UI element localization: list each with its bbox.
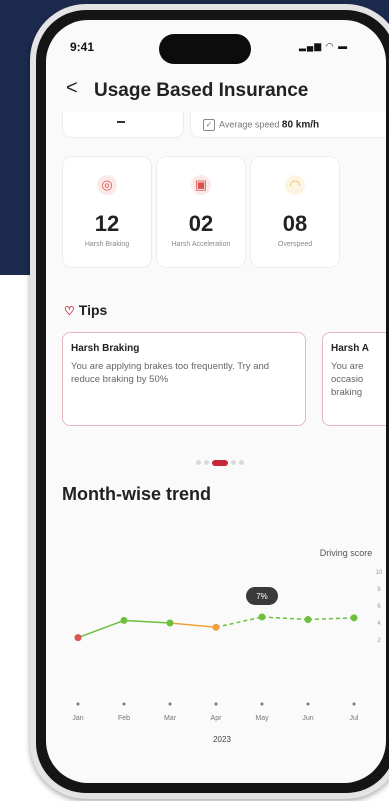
x-tick-label: Jun bbox=[302, 715, 313, 722]
tips-heading: ♡ Tips bbox=[64, 302, 107, 318]
x-tick-label: Jan bbox=[72, 715, 83, 722]
status-icons: ▂▄▆ ◠ ▬ bbox=[299, 41, 348, 52]
stat-value: 08 bbox=[282, 211, 308, 236]
x-tick-label: Mar bbox=[164, 715, 177, 722]
data-point bbox=[350, 614, 358, 622]
average-speed-label: Average speed bbox=[219, 119, 280, 130]
carousel-dot-active[interactable] bbox=[212, 459, 228, 466]
data-point bbox=[166, 619, 174, 627]
x-tick-label: Jul bbox=[350, 715, 359, 722]
content-scroll[interactable]: ✓ Average speed 80 km/h ◎ 12 Harsh Brakin… bbox=[46, 112, 386, 783]
trend-line-segment bbox=[169, 622, 217, 629]
carousel-dot[interactable] bbox=[231, 460, 236, 466]
status-bar: 9:41 ▂▄▆ ◠ ▬ bbox=[46, 20, 386, 68]
tip-body: You are occasio braking bbox=[331, 361, 364, 398]
stat-value: 12 bbox=[94, 211, 120, 236]
page-title: Usage Based Insurance bbox=[94, 80, 309, 101]
x-tick-label: Apr bbox=[211, 715, 223, 722]
y-tick-label: 6 bbox=[377, 604, 381, 610]
data-point bbox=[120, 616, 128, 624]
accelerator-icon: ▣ bbox=[191, 175, 211, 195]
y-tick-label: 8 bbox=[377, 587, 381, 593]
tip-title: Harsh Braking bbox=[71, 343, 140, 354]
carousel-dot[interactable] bbox=[239, 460, 244, 466]
average-speed-row: ✓ Average speed 80 km/h bbox=[203, 119, 319, 131]
dynamic-island bbox=[159, 34, 251, 64]
summary-card-speed: ✓ Average speed 80 km/h bbox=[190, 112, 386, 138]
x-axis-title: 2023 bbox=[213, 735, 231, 744]
y-tick-label: 4 bbox=[377, 621, 381, 627]
carousel-dot[interactable] bbox=[204, 460, 209, 466]
battery-icon: ▬ bbox=[338, 41, 349, 51]
data-point bbox=[304, 616, 312, 624]
stat-label: Harsh Braking bbox=[84, 241, 130, 248]
tip-body: You are applying brakes too frequently. … bbox=[71, 361, 270, 385]
trend-line-segment bbox=[261, 616, 309, 621]
x-tick-label: May bbox=[255, 715, 269, 722]
tip-card[interactable]: Harsh Braking You are applying brakes to… bbox=[62, 332, 306, 426]
lightbulb-icon: ♡ bbox=[64, 304, 75, 318]
x-tick-dot bbox=[352, 702, 356, 706]
x-tick-dot bbox=[168, 702, 172, 706]
y-tick-label: 10 bbox=[376, 570, 383, 576]
data-point bbox=[258, 613, 266, 621]
brake-icon: ◎ bbox=[97, 175, 117, 195]
phone-screen: 9:41 ▂▄▆ ◠ ▬ < Usage Based Insurance ✓ A… bbox=[46, 20, 386, 783]
x-tick-dot bbox=[214, 702, 218, 706]
wifi-icon: ◠ bbox=[325, 41, 335, 51]
x-tick-label: Feb bbox=[118, 715, 130, 722]
x-tick-dot bbox=[122, 702, 126, 706]
check-icon: ✓ bbox=[203, 119, 215, 131]
stat-value: 02 bbox=[188, 211, 214, 236]
tooltip-label: 7% bbox=[256, 592, 268, 601]
x-tick-dot bbox=[306, 702, 310, 706]
stat-label: Harsh Acceleration bbox=[171, 241, 231, 248]
trend-line-segment bbox=[77, 619, 125, 639]
trend-line-segment bbox=[123, 619, 171, 624]
carousel-dots bbox=[196, 454, 247, 472]
summary-mark bbox=[117, 121, 125, 123]
tips-heading-text: Tips bbox=[78, 302, 108, 318]
phone-bezel: 9:41 ▂▄▆ ◠ ▬ < Usage Based Insurance ✓ A… bbox=[36, 10, 389, 793]
speedometer-icon: ◠ bbox=[285, 175, 305, 195]
y-tick-label: 2 bbox=[377, 638, 381, 644]
data-point bbox=[74, 634, 82, 642]
stat-label: Overspeed bbox=[277, 241, 313, 248]
tip-card[interactable]: Harsh A You are occasio braking bbox=[322, 332, 386, 426]
x-tick-dot bbox=[260, 702, 264, 706]
summary-card-left bbox=[62, 112, 184, 138]
carousel-dot[interactable] bbox=[196, 460, 201, 466]
trend-line-segment bbox=[307, 617, 355, 621]
x-tick-dot bbox=[76, 702, 80, 706]
stat-card-harsh-braking[interactable]: ◎ 12 Harsh Braking bbox=[62, 156, 152, 268]
stat-card-harsh-acceleration[interactable]: ▣ 02 Harsh Acceleration bbox=[156, 156, 246, 268]
average-speed-value: 80 km/h bbox=[281, 119, 320, 131]
tip-title: Harsh A bbox=[331, 343, 369, 354]
status-time: 9:41 bbox=[70, 40, 95, 54]
data-point bbox=[212, 623, 220, 631]
signal-icon: ▂▄▆ bbox=[299, 41, 323, 51]
y-axis-title: Driving score bbox=[320, 548, 373, 558]
phone-frame: 9:41 ▂▄▆ ◠ ▬ < Usage Based Insurance ✓ A… bbox=[30, 4, 389, 799]
nav-bar: < Usage Based Insurance bbox=[46, 72, 386, 112]
trend-chart: Driving score 10 8 6 4 2 7% Jan Feb Mar Apr May Jun J… bbox=[72, 548, 383, 744]
stat-card-overspeed[interactable]: ◠ 08 Overspeed bbox=[250, 156, 340, 268]
trend-title: Month-wise trend bbox=[62, 484, 211, 504]
back-icon[interactable]: < bbox=[66, 77, 78, 100]
trend-line-segment bbox=[215, 616, 263, 629]
